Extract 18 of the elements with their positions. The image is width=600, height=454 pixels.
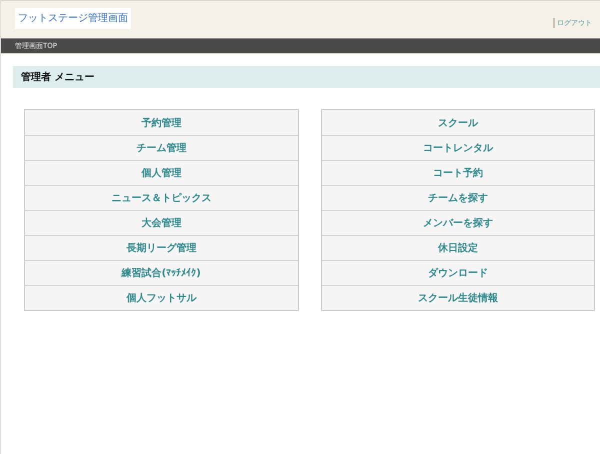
menu-link[interactable]: チームを探す (322, 185, 594, 210)
menu-link[interactable]: コートレンタル (322, 135, 594, 160)
section-title: 管理者 メニュー (21, 70, 94, 84)
site-logo[interactable]: フットステージ管理画面 (15, 8, 131, 28)
menu-link[interactable]: コート予約 (322, 160, 594, 185)
menu-link[interactable]: 個人管理 (25, 160, 298, 185)
menu-link[interactable]: 個人フットサル (25, 285, 298, 310)
menu-link[interactable]: スクール生徒情報 (322, 285, 594, 310)
menu-link[interactable]: メンバーを探す (322, 210, 594, 235)
menu-link[interactable]: 練習試合(ﾏｯﾁﾒｲｸ) (25, 260, 298, 285)
menu-link[interactable]: チーム管理 (25, 135, 298, 160)
menu-link[interactable]: 休日設定 (322, 235, 594, 260)
menu-link[interactable]: スクール (322, 110, 594, 135)
menu-link[interactable]: ニュース＆トピックス (25, 185, 298, 210)
menu-link[interactable]: ダウンロード (322, 260, 594, 285)
menu-link[interactable]: 予約管理 (25, 110, 298, 135)
menu-link[interactable]: 大会管理 (25, 210, 298, 235)
menu-link[interactable]: 長期リーグ管理 (25, 235, 298, 260)
